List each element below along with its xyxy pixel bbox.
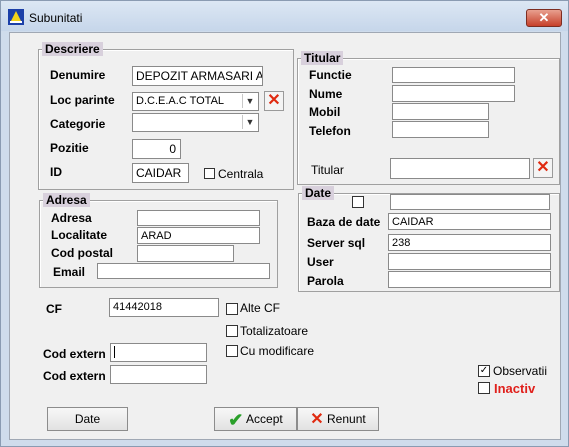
categorie-combo[interactable]: ▼ [132, 113, 259, 132]
baza-de-date-field[interactable]: CAIDAR [388, 213, 551, 230]
alte-cf-checkbox[interactable] [226, 303, 238, 315]
date-button[interactable]: Date [47, 407, 128, 431]
date-checkbox[interactable] [352, 196, 364, 208]
cod-postal-label: Cod postal [51, 246, 113, 260]
id-label: ID [50, 165, 62, 179]
denumire-field[interactable]: DEPOZIT ARMASARI AR [132, 66, 263, 86]
categorie-label: Categorie [50, 117, 106, 131]
observatii-checkbox[interactable]: ✓ [478, 365, 490, 377]
dialog-window: Subunitati ✕ Descriere Denumire DEPOZIT … [0, 0, 569, 447]
clear-titular-button[interactable]: ✕ [533, 158, 553, 178]
localitate-field[interactable]: ARAD [137, 227, 260, 244]
mobil-field[interactable] [392, 103, 489, 120]
centrala-label: Centrala [218, 167, 264, 181]
email-field[interactable] [97, 263, 270, 279]
nume-field[interactable] [392, 85, 515, 102]
totalizatoare-label: Totalizatoare [240, 324, 309, 338]
app-icon [8, 9, 24, 25]
close-icon: ✕ [538, 10, 550, 25]
user-label: User [307, 255, 334, 269]
pozitie-field[interactable]: 0 [132, 139, 181, 159]
loc-parinte-value: D.C.E.A.C TOTAL [136, 95, 225, 107]
telefon-label: Telefon [309, 124, 351, 138]
date-legend: Date [302, 186, 335, 200]
titular-legend: Titular [301, 51, 344, 65]
centrala-checkbox[interactable] [204, 168, 215, 179]
cu-modificare-label: Cu modificare [240, 344, 315, 358]
clear-loc-parinte-button[interactable]: ✕ [264, 91, 284, 111]
functie-label: Functie [309, 68, 352, 82]
localitate-label: Localitate [51, 228, 108, 242]
email-label: Email [53, 265, 86, 279]
date-field[interactable] [390, 194, 550, 210]
close-icon: ✕ [267, 92, 281, 109]
inactiv-checkbox[interactable] [478, 382, 490, 394]
cancel-icon: ✕ [310, 410, 324, 428]
loc-parinte-label: Loc parinte [50, 93, 115, 107]
renunt-button-label: Renunt [327, 412, 366, 426]
adresa-label: Adresa [51, 211, 92, 225]
parola-label: Parola [307, 274, 344, 288]
title-bar[interactable]: Subunitati ✕ [1, 1, 568, 31]
totalizatoare-checkbox[interactable] [226, 325, 238, 337]
titular-label: Titular [311, 163, 344, 177]
cod-extern-field-1[interactable] [110, 343, 207, 362]
accept-button[interactable]: ✔ Accept [214, 407, 297, 431]
check-icon: ✔ [228, 409, 244, 430]
chevron-down-icon[interactable]: ▼ [242, 94, 257, 108]
descriere-legend: Descriere [42, 42, 103, 56]
adresa-legend: Adresa [43, 193, 90, 207]
cod-extern-label-1: Cod extern [43, 347, 106, 361]
dialog-body: Descriere Denumire DEPOZIT ARMASARI AR L… [9, 32, 561, 440]
close-icon: ✕ [536, 159, 550, 176]
inactiv-label: Inactiv [494, 381, 536, 396]
titular-field[interactable] [390, 158, 530, 179]
cod-extern-field-2[interactable] [110, 365, 207, 384]
cod-extern-label-2: Cod extern [43, 369, 106, 383]
close-button[interactable]: ✕ [526, 9, 562, 27]
cod-postal-field[interactable] [137, 245, 234, 262]
nume-label: Nume [309, 87, 343, 101]
id-field[interactable]: CAIDAR [132, 163, 189, 183]
loc-parinte-combo[interactable]: D.C.E.A.C TOTAL ▼ [132, 92, 259, 111]
mobil-label: Mobil [309, 105, 341, 119]
user-field[interactable] [388, 253, 551, 270]
alte-cf-label: Alte CF [240, 301, 281, 315]
functie-field[interactable] [392, 67, 515, 83]
window-title: Subunitati [29, 11, 83, 25]
cu-modificare-checkbox[interactable] [226, 345, 238, 357]
chevron-down-icon[interactable]: ▼ [242, 115, 257, 129]
telefon-field[interactable] [392, 121, 489, 138]
cf-field[interactable]: 41442018 [109, 298, 219, 317]
pozitie-label: Pozitie [50, 141, 89, 155]
accept-button-label: Accept [246, 412, 283, 426]
baza-de-date-label: Baza de date [307, 215, 381, 229]
parola-field[interactable] [388, 271, 551, 288]
denumire-label: Denumire [50, 68, 106, 82]
observatii-label: Observatii [493, 364, 548, 378]
date-button-label: Date [74, 412, 101, 426]
server-sql-field[interactable]: 238 [388, 234, 551, 251]
cf-label: CF [46, 302, 62, 316]
renunt-button[interactable]: ✕ Renunt [297, 407, 379, 431]
server-sql-label: Server sql [307, 236, 366, 250]
adresa-field[interactable] [137, 210, 260, 226]
